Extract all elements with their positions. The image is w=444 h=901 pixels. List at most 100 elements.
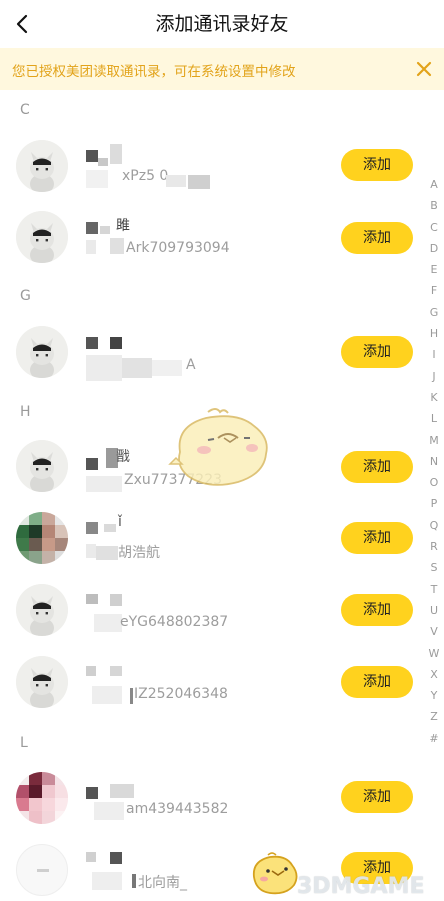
pixelated-name-block [152,360,182,376]
pixelated-name-block [86,458,98,470]
avatar [16,211,68,263]
index-letter[interactable]: P [424,493,444,514]
contact-subtitle: 北向南_ [138,875,187,891]
pixelated-name-block [110,337,122,349]
avatar [16,844,68,896]
pixelated-name-block [166,175,186,187]
section-header-c: C [20,102,30,118]
pixelated-name-block [188,175,210,189]
index-letter[interactable]: D [424,238,444,259]
pixelated-name-block [100,226,110,234]
section-header-l: L [20,735,28,751]
index-letter[interactable]: F [424,280,444,301]
pixelated-name-block [122,358,152,378]
alphabet-index-bar[interactable]: A B C D E F G H I J K L M N O P Q R S T U V W X Y Z # [424,174,444,749]
avatar [16,140,68,192]
pixelated-name-block [86,150,98,162]
add-friend-button[interactable]: 添加 [341,222,413,254]
pixelated-name-block [96,546,118,560]
pixelated-name-block [86,222,98,234]
index-letter[interactable]: V [424,621,444,642]
pixelated-name-block [86,355,122,381]
section-header-g: G [20,288,31,304]
add-friend-button[interactable]: 添加 [341,666,413,698]
header-bar: 添加通讯录好友 [0,0,444,48]
pixelated-name-block [86,240,96,254]
index-letter[interactable]: G [424,302,444,323]
contact-name: 雎 [116,218,130,234]
add-friend-button[interactable]: 添加 [341,336,413,368]
permission-notice-banner: 您已授权美团读取通讯录，可在系统设置中修改 [0,48,444,90]
avatar [16,512,68,564]
contact-subtitle: Ark709793094 [126,240,230,256]
index-letter[interactable]: U [424,600,444,621]
contact-subtitle: xPz5 0 [122,168,169,184]
index-letter[interactable]: Y [424,685,444,706]
avatar [16,440,68,492]
pixelated-name-block [92,872,122,890]
index-letter[interactable]: T [424,579,444,600]
contact-subtitle: IZ252046348 [134,686,228,702]
index-letter[interactable]: S [424,557,444,578]
index-letter[interactable]: O [424,472,444,493]
index-letter[interactable]: X [424,664,444,685]
index-letter[interactable]: A [424,174,444,195]
pixelated-name-block [110,852,122,864]
pixelated-name-block [98,158,108,166]
avatar [16,656,68,708]
index-letter[interactable]: W [424,643,444,664]
pixelated-name-block [110,144,122,164]
index-letter[interactable]: H [424,323,444,344]
index-letter[interactable]: Q [424,515,444,536]
pixelated-name-block [94,802,124,820]
close-icon [416,61,432,77]
index-letter[interactable]: B [424,195,444,216]
index-letter[interactable]: L [424,408,444,429]
index-letter[interactable]: R [424,536,444,557]
contact-subtitle: eYG648802387 [120,614,229,630]
pixelated-name-block [86,666,96,676]
notice-close-button[interactable] [414,59,434,79]
contact-subtitle: am439443582 [126,801,229,817]
contact-subtitle: A [186,357,196,373]
notice-text: 您已授权美团读取通讯录，可在系统设置中修改 [12,64,296,80]
pixelated-name-block [110,238,124,254]
index-letter[interactable]: C [424,217,444,238]
index-letter[interactable]: J [424,366,444,387]
pixelated-name-block [86,852,96,862]
index-letter[interactable]: K [424,387,444,408]
section-header-h: H [20,404,31,420]
pixelated-name-block [110,666,122,676]
pixelated-name-block [130,688,133,704]
add-friend-button[interactable]: 添加 [341,781,413,813]
contact-name: ǐ [118,514,122,530]
pixelated-name-block [86,170,108,188]
pixelated-name-block [132,874,136,888]
watermark-logo-icon [252,852,298,895]
index-letter[interactable]: I [424,344,444,365]
pixelated-name-block [104,524,116,532]
mascot-chick-icon [168,408,268,486]
pixelated-name-block [86,476,122,492]
avatar [16,584,68,636]
index-letter[interactable]: N [424,451,444,472]
contact-subtitle: 胡浩航 [118,545,160,561]
pixelated-name-block [86,787,98,799]
contact-name: 戬 [116,449,130,465]
index-letter[interactable]: M [424,430,444,451]
pixelated-name-block [86,544,96,558]
page-title: 添加通讯录好友 [155,13,289,35]
add-friend-button[interactable]: 添加 [341,594,413,626]
pixelated-name-block [110,784,134,798]
pixelated-name-block [92,686,122,704]
index-letter[interactable]: Z [424,706,444,727]
add-friend-button[interactable]: 添加 [341,149,413,181]
index-letter[interactable]: E [424,259,444,280]
pixelated-name-block [86,337,98,349]
avatar [16,772,68,824]
pixelated-name-block [86,594,98,604]
index-letter[interactable]: # [424,728,444,749]
pixelated-name-block [94,614,122,632]
add-friend-button[interactable]: 添加 [341,522,413,554]
add-friend-button[interactable]: 添加 [341,451,413,483]
